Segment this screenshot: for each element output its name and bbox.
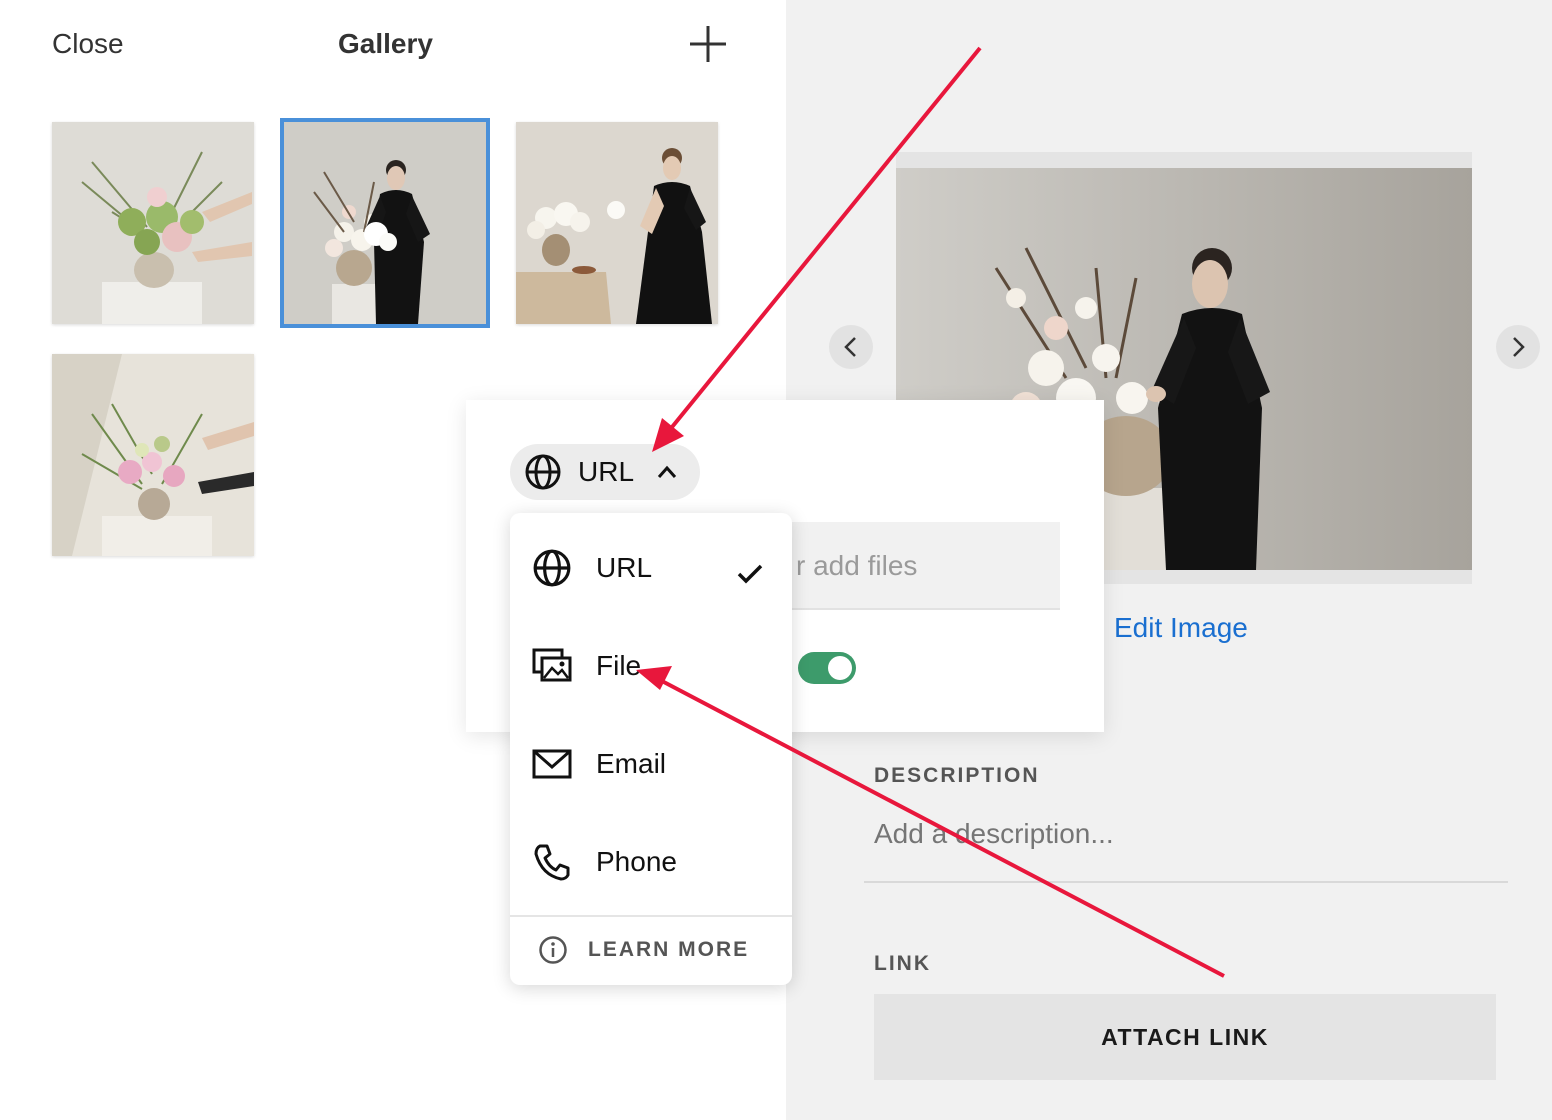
edit-image-link[interactable]: Edit Image [1114,612,1248,644]
info-icon [539,936,567,964]
envelope-icon [532,749,572,779]
learn-more-link[interactable]: LEARN MORE [538,935,749,965]
toggle-knob [828,656,852,680]
menu-item-label: URL [596,552,653,583]
menu-item-label: Phone [596,846,677,877]
attach-link-button[interactable]: ATTACH LINK [874,994,1496,1080]
image-file-icon [532,648,572,682]
menu-item-url[interactable]: URL [510,523,792,613]
chevron-left-icon [844,337,856,357]
gallery-thumbnail-4[interactable] [52,354,254,556]
link-type-label: URL [578,456,635,487]
phone-icon [534,844,570,881]
description-input[interactable] [874,818,1494,850]
menu-item-phone[interactable]: Phone [510,817,792,907]
chevron-up-icon [657,465,677,478]
gallery-thumbnail-1[interactable] [52,122,254,324]
gallery-thumbnail-3[interactable] [516,122,718,324]
menu-item-label: Email [596,748,667,779]
next-image-button[interactable] [1496,325,1540,369]
gallery-thumbnail-2[interactable] [280,118,490,328]
url-input-placeholder: r add files [796,550,918,581]
close-button[interactable]: Close [52,28,124,60]
open-new-tab-toggle[interactable] [798,652,856,684]
description-label: DESCRIPTION [874,764,1040,787]
checkmark-icon [737,564,763,584]
link-label: LINK [874,952,931,975]
prev-image-button[interactable] [829,325,873,369]
plus-icon[interactable] [688,24,728,64]
url-input[interactable]: r add files [766,522,1060,610]
description-underline [864,881,1508,883]
globe-icon [525,454,561,490]
page-title: Gallery [338,28,433,59]
menu-item-file[interactable]: File [510,621,792,711]
link-type-menu: URL File Email Phone LEARN MORE [510,513,792,985]
link-type-selector[interactable]: URL [510,444,700,500]
menu-item-label: File [596,650,642,681]
globe-icon [533,549,571,587]
chevron-right-icon [1513,337,1525,357]
menu-divider [510,915,792,917]
learn-more-label: LEARN MORE [588,938,750,961]
menu-item-email[interactable]: Email [510,719,792,809]
